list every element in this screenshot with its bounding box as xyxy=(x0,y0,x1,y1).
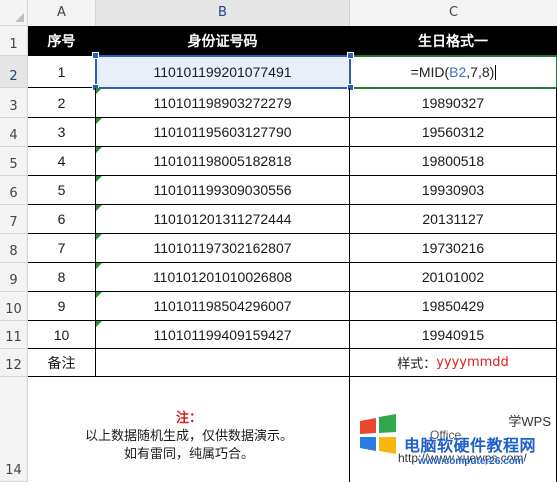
seq-cell[interactable]: 9 xyxy=(28,292,96,321)
row-header-2[interactable]: 2 xyxy=(0,56,28,88)
row-header-3[interactable]: 3 xyxy=(0,88,28,118)
seq-cell[interactable]: 5 xyxy=(28,176,96,205)
row-header-12[interactable]: 12 xyxy=(0,349,28,377)
text-caret xyxy=(495,64,497,80)
seq-cell[interactable]: 10 xyxy=(28,321,96,349)
header-cell-id-number[interactable]: 身份证号码 xyxy=(96,26,350,56)
formula-text[interactable]: =MID(B2,7,8) xyxy=(350,56,557,88)
row-header-11[interactable]: 11 xyxy=(0,321,28,349)
id-number-cell[interactable]: 110101198005182818 xyxy=(96,147,350,176)
seq-cell[interactable]: 2 xyxy=(28,88,96,118)
selection-handle-top-right[interactable] xyxy=(347,52,354,59)
row-header-6[interactable]: 6 xyxy=(0,176,28,205)
row-header-10[interactable]: 10 xyxy=(0,292,28,321)
selection-handle-top-left[interactable] xyxy=(92,52,99,59)
seq-cell[interactable]: 3 xyxy=(28,118,96,147)
row-header-1[interactable]: 1 xyxy=(0,26,28,56)
select-all-triangle-icon xyxy=(15,13,24,22)
header-cell-birthday-format[interactable]: 生日格式一 xyxy=(350,26,557,56)
spreadsheet: A B C 1 2 3 4 5 6 7 8 9 10 11 12 14 序号 身… xyxy=(0,0,557,482)
id-number-cell[interactable]: 110101201311272444 xyxy=(96,205,350,234)
remark-empty-cell[interactable] xyxy=(96,349,350,377)
id-number-cell[interactable]: 110101199309030556 xyxy=(96,176,350,205)
column-header-a[interactable]: A xyxy=(28,0,96,26)
note-text-block: 注： 以上数据随机生成，仅供数据演示。 如有雷同，纯属巧合。 xyxy=(28,410,350,464)
id-number-cell[interactable]: 110101199409159427 xyxy=(96,321,350,349)
id-number-cell[interactable]: 110101201010026808 xyxy=(96,263,350,292)
id-number-cell[interactable]: 110101195603127790 xyxy=(96,118,350,147)
formula-reference: B2 xyxy=(449,64,467,80)
row-header-5[interactable]: 5 xyxy=(0,147,28,176)
seq-cell[interactable]: 6 xyxy=(28,205,96,234)
watermark-site-url: www.computer26.com xyxy=(418,456,524,467)
style-format-value: yyyymmdd xyxy=(436,355,509,370)
row-header-9[interactable]: 9 xyxy=(0,263,28,292)
seq-cell[interactable]: 4 xyxy=(28,147,96,176)
select-all-corner[interactable] xyxy=(0,0,28,26)
watermark-xuewps-title: 学WPS xyxy=(508,414,551,429)
row-header-14[interactable]: 14 xyxy=(0,377,28,482)
row-header-4[interactable]: 4 xyxy=(0,118,28,147)
birthday-cell[interactable]: 19560312 xyxy=(350,118,557,147)
id-number-cell[interactable]: 110101197302162807 xyxy=(96,234,350,263)
id-number-cell[interactable]: 110101198504296007 xyxy=(96,292,350,321)
birthday-cell[interactable]: 19850429 xyxy=(350,292,557,321)
watermark-site-name: 电脑软硬件教程网 xyxy=(404,436,537,455)
column-header-b[interactable]: B xyxy=(96,0,350,26)
note-line-2: 如有雷同，纯属巧合。 xyxy=(123,447,254,462)
formula-suffix: ,7,8) xyxy=(466,64,495,80)
style-label: 样式： xyxy=(397,357,437,372)
seq-cell[interactable]: 8 xyxy=(28,263,96,292)
birthday-cell[interactable]: 19730216 xyxy=(350,234,557,263)
note-line-1: 以上数据随机生成，仅供数据演示。 xyxy=(84,429,293,444)
windows-logo-icon xyxy=(357,413,399,459)
remark-label-cell[interactable]: 备注 xyxy=(28,349,96,377)
seq-cell[interactable]: 7 xyxy=(28,234,96,263)
remark-style-cell[interactable]: 样式： yyyymmdd xyxy=(350,349,557,377)
birthday-cell[interactable]: 20131127 xyxy=(350,205,557,234)
seq-cell[interactable]: 1 xyxy=(28,56,96,88)
column-header-c[interactable]: C xyxy=(350,0,557,26)
id-number-cell[interactable]: 110101198903272279 xyxy=(96,88,350,118)
note-title: 注： xyxy=(175,411,202,426)
header-cell-seq[interactable]: 序号 xyxy=(28,26,96,56)
formula-prefix: =MID( xyxy=(410,64,450,80)
row-header-8[interactable]: 8 xyxy=(0,234,28,263)
id-number-cell-selected[interactable]: 110101199201077491 xyxy=(96,56,350,88)
birthday-cell[interactable]: 19890327 xyxy=(350,88,557,118)
birthday-cell[interactable]: 19930903 xyxy=(350,176,557,205)
row-header-7[interactable]: 7 xyxy=(0,205,28,234)
birthday-cell[interactable]: 19940915 xyxy=(350,321,557,349)
birthday-cell[interactable]: 19800518 xyxy=(350,147,557,176)
birthday-cell[interactable]: 20101002 xyxy=(350,263,557,292)
